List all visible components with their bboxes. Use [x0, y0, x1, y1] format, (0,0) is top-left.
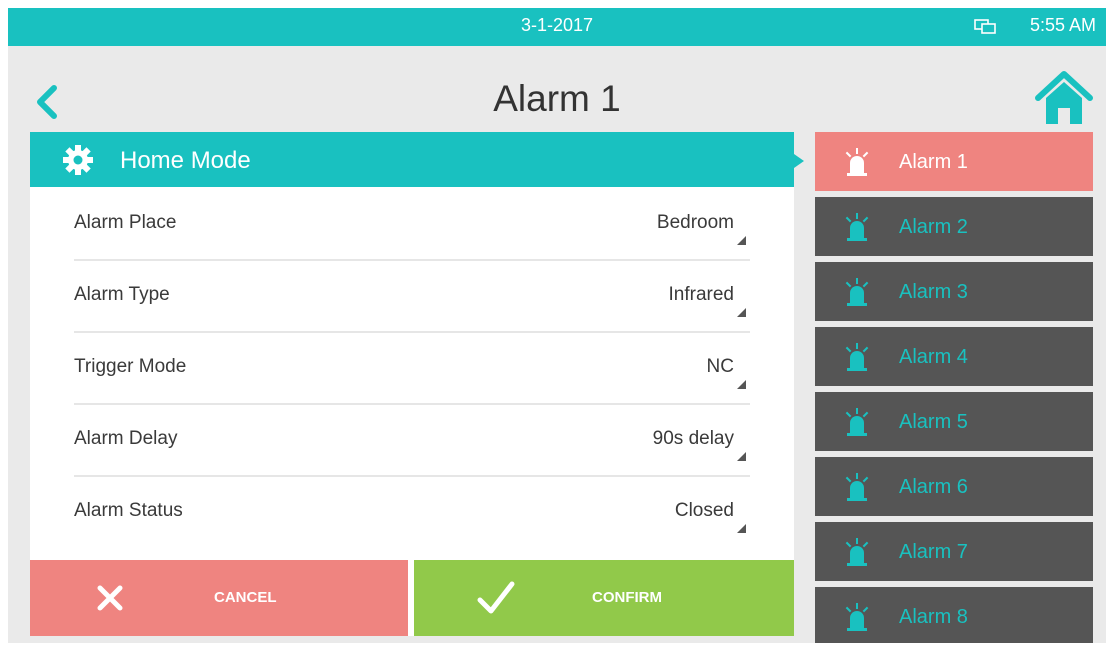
- alarm-item-1[interactable]: Alarm 1: [815, 132, 1093, 191]
- alarm-label: Alarm 5: [899, 411, 968, 433]
- setting-row-trigger-mode[interactable]: Trigger Mode NC: [74, 332, 750, 405]
- home-icon[interactable]: [1034, 70, 1094, 126]
- cancel-button[interactable]: CANCEL: [30, 560, 408, 636]
- setting-value: Infrared: [668, 284, 734, 305]
- siren-icon: [845, 148, 869, 176]
- alarm-item-7[interactable]: Alarm 7: [815, 522, 1093, 581]
- setting-value: Bedroom: [656, 212, 734, 233]
- network-icon: [974, 19, 996, 34]
- alarm-item-6[interactable]: Alarm 6: [815, 457, 1093, 516]
- alarm-item-8[interactable]: Alarm 8: [815, 587, 1093, 643]
- setting-label: Trigger Mode: [74, 356, 187, 377]
- checkmark-icon: [477, 581, 515, 614]
- dropdown-caret-icon: [737, 308, 746, 317]
- alarm-label: Alarm 4: [899, 346, 968, 368]
- alarm-label: Alarm 7: [899, 541, 968, 563]
- mode-header: Home Mode: [30, 132, 804, 187]
- siren-icon: [845, 278, 869, 306]
- status-date: 3-1-2017: [520, 15, 594, 35]
- mode-pointer: [794, 154, 804, 168]
- alarm-label: Alarm 8: [899, 606, 968, 628]
- page-title: Alarm 1: [493, 78, 621, 119]
- alarm-item-2[interactable]: Alarm 2: [815, 197, 1093, 256]
- siren-icon: [845, 343, 869, 371]
- setting-value: 90s delay: [652, 428, 734, 449]
- setting-row-alarm-type[interactable]: Alarm Type Infrared: [74, 260, 750, 333]
- status-time: 5:55 AM: [1029, 15, 1096, 35]
- dropdown-caret-icon: [737, 380, 746, 389]
- siren-icon: [845, 603, 869, 631]
- alarm-item-5[interactable]: Alarm 5: [815, 392, 1093, 451]
- setting-row-alarm-place[interactable]: Alarm Place Bedroom: [74, 188, 750, 261]
- setting-label: Alarm Delay: [74, 428, 178, 449]
- setting-row-alarm-delay[interactable]: Alarm Delay 90s delay: [74, 404, 750, 477]
- alarm-label: Alarm 1: [899, 151, 968, 173]
- alarm-label: Alarm 6: [899, 476, 968, 498]
- confirm-label: CONFIRM: [592, 589, 662, 606]
- alarm-item-4[interactable]: Alarm 4: [815, 327, 1093, 386]
- setting-label: Alarm Place: [74, 212, 177, 233]
- siren-icon: [845, 473, 869, 501]
- mode-label: Home Mode: [120, 147, 251, 174]
- close-icon: [97, 585, 123, 611]
- confirm-button[interactable]: CONFIRM: [414, 560, 794, 636]
- cancel-label: CANCEL: [214, 589, 277, 606]
- status-bar: 3-1-2017 5:55 AM: [8, 8, 1106, 46]
- dropdown-caret-icon: [737, 524, 746, 533]
- setting-value: Closed: [674, 500, 734, 521]
- setting-value: NC: [706, 356, 734, 377]
- setting-row-alarm-status[interactable]: Alarm Status Closed: [74, 476, 750, 547]
- setting-label: Alarm Status: [74, 500, 183, 521]
- siren-icon: [845, 538, 869, 566]
- dropdown-caret-icon: [737, 236, 746, 245]
- alarm-item-3[interactable]: Alarm 3: [815, 262, 1093, 321]
- alarm-settings-screen: 3-1-2017 5:55 AM Alarm 1 Home Mode Alarm…: [8, 8, 1106, 643]
- siren-icon: [845, 408, 869, 436]
- setting-label: Alarm Type: [74, 284, 170, 305]
- alarm-label: Alarm 2: [899, 216, 968, 238]
- gear-icon: [63, 145, 93, 175]
- alarm-label: Alarm 3: [899, 281, 968, 303]
- dropdown-caret-icon: [737, 452, 746, 461]
- siren-icon: [845, 213, 869, 241]
